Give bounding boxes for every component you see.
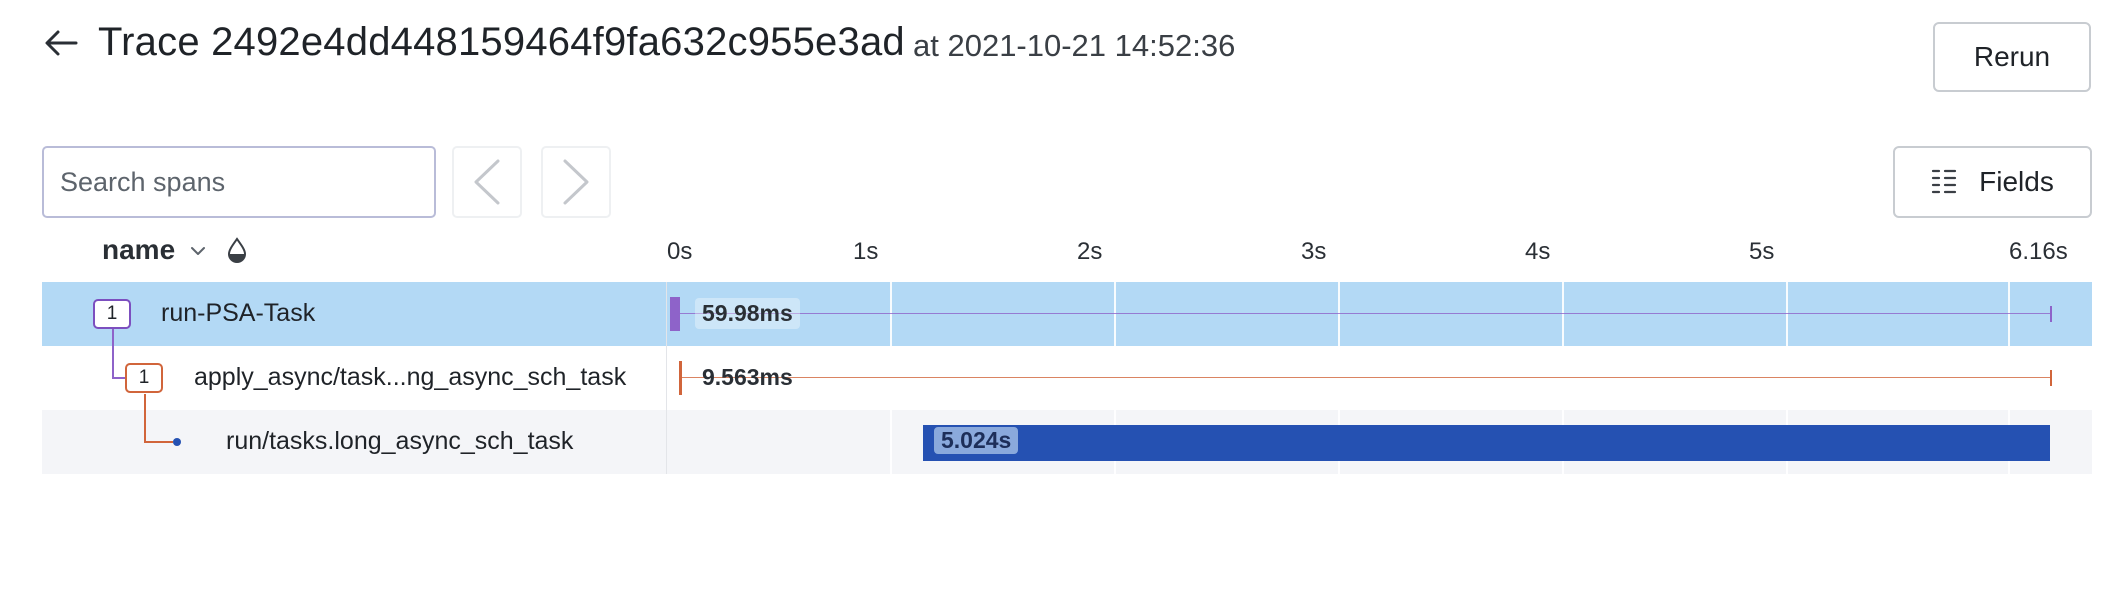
rerun-button[interactable]: Rerun xyxy=(1933,22,2091,92)
trace-timestamp: at 2021-10-21 14:52:36 xyxy=(913,28,1236,63)
chevron-left-icon xyxy=(474,159,500,205)
timeline-gridline xyxy=(890,282,892,474)
timeline-tick-label: 1s xyxy=(853,238,879,265)
timeline-tick-label: 2s xyxy=(1077,238,1103,265)
span-row[interactable] xyxy=(42,282,2092,346)
columns-icon xyxy=(1932,169,1957,194)
fields-button[interactable]: Fields xyxy=(1893,146,2092,218)
previous-match-button[interactable] xyxy=(452,146,522,218)
span-bar[interactable] xyxy=(678,361,682,395)
span-duration: 9.563ms xyxy=(702,364,793,390)
timeline-tick-label: 3s xyxy=(1301,238,1327,265)
span-name: run-PSA-Task xyxy=(161,299,316,327)
child-count-badge[interactable]: 1 xyxy=(125,363,163,393)
span-duration: 5.024s xyxy=(934,427,1019,454)
span-end-marker xyxy=(2050,370,2053,386)
timeline-tick-label: 5s xyxy=(1749,238,1775,265)
span-name: run/tasks.long_async_sch_task xyxy=(226,427,574,455)
timeline-tick-label: 4s xyxy=(1525,238,1551,265)
span-duration: 59.98ms xyxy=(695,298,800,329)
span-extent-line xyxy=(670,313,2051,314)
timeline-tick-label: 0s xyxy=(667,238,693,265)
span-bar[interactable] xyxy=(923,425,2051,461)
span-bar[interactable] xyxy=(670,297,680,331)
span-name: apply_async/task...ng_async_sch_task xyxy=(194,363,627,391)
chevron-right-icon xyxy=(563,159,589,205)
span-tree-connectors xyxy=(112,314,181,446)
span-extent-line xyxy=(678,377,2051,378)
child-count-badge[interactable]: 1 xyxy=(93,299,131,329)
next-match-button[interactable] xyxy=(541,146,611,218)
span-end-marker xyxy=(2050,306,2053,322)
timeline-tick-label: 6.16s xyxy=(2009,238,2068,265)
column-divider xyxy=(666,282,667,474)
fields-label: Fields xyxy=(1979,166,2054,197)
